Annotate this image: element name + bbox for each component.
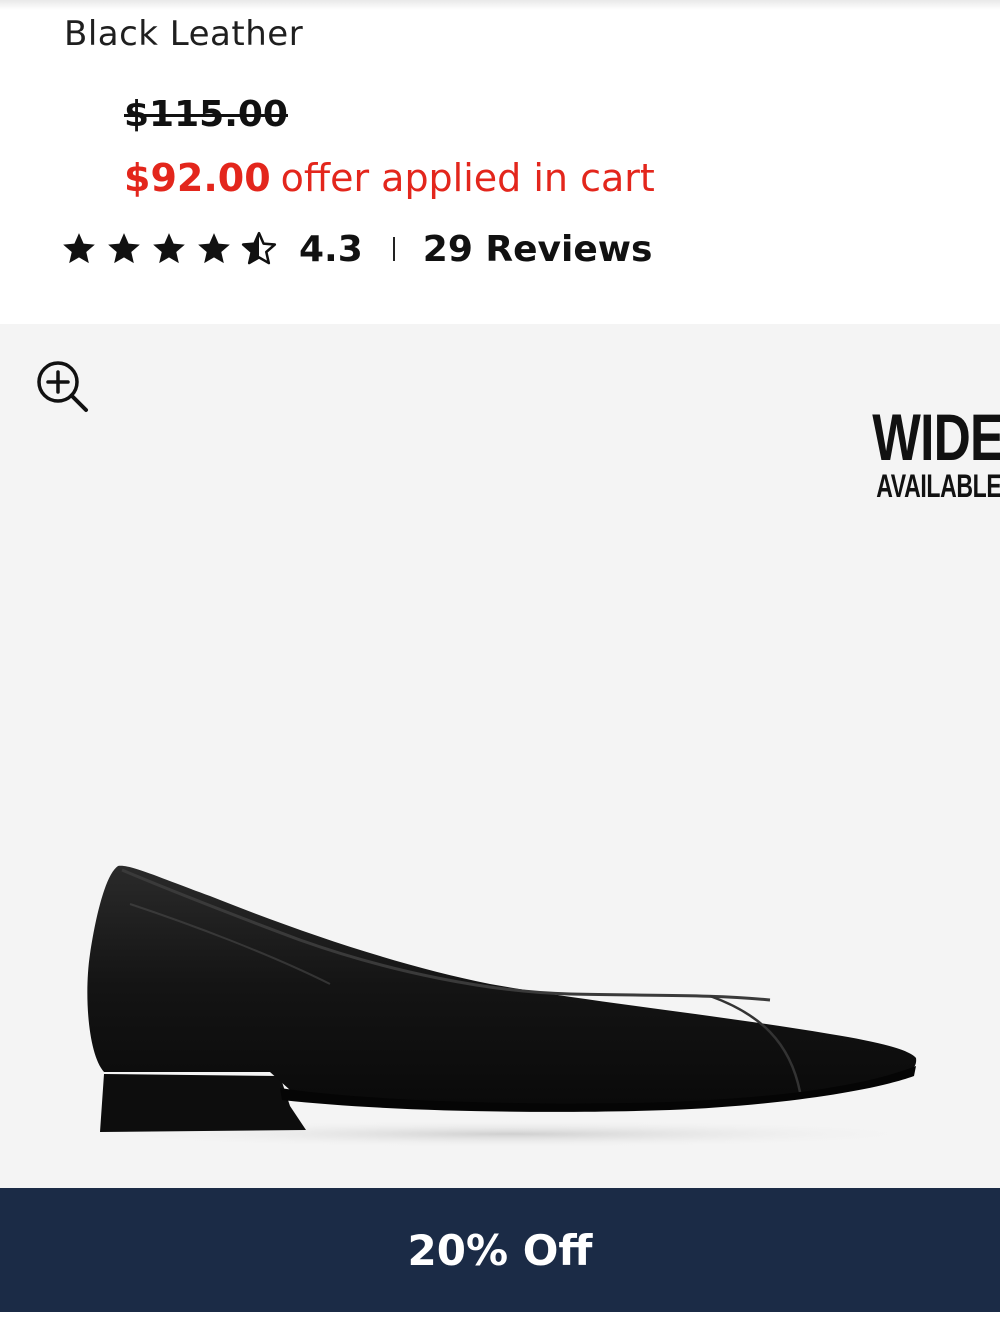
original-price: $115.00 [124, 94, 288, 135]
sale-price: $92.00 [124, 156, 271, 200]
star-icon [63, 233, 95, 264]
product-image-gallery[interactable]: WIDE AVAILABLE [0, 324, 1000, 1190]
zoom-in-icon[interactable] [34, 358, 90, 414]
star-rating [60, 230, 285, 268]
rating-divider [392, 237, 395, 261]
badge-subtitle: AVAILABLE [876, 468, 1000, 504]
promo-label: 20% Off [407, 1225, 593, 1275]
rating-value: 4.3 [299, 228, 363, 270]
star-icon [153, 233, 185, 264]
offer-text: offer applied in cart [280, 156, 655, 200]
star-icon [198, 233, 230, 264]
offer-price-row: $92.00 offer applied in cart [124, 156, 655, 200]
promo-banner[interactable]: 20% Off [0, 1188, 1000, 1312]
badge-title: WIDE [872, 400, 1000, 474]
star-icon [108, 233, 140, 264]
reviews-link[interactable]: 29 Reviews [423, 229, 653, 270]
half-star-icon [241, 231, 277, 265]
rating-row[interactable]: 4.3 29 Reviews [60, 222, 652, 276]
product-shoe-image [80, 865, 940, 1148]
wide-available-badge: WIDE AVAILABLE [858, 400, 1000, 504]
product-color-name: Black Leather [64, 14, 304, 54]
top-divider [0, 0, 1000, 10]
